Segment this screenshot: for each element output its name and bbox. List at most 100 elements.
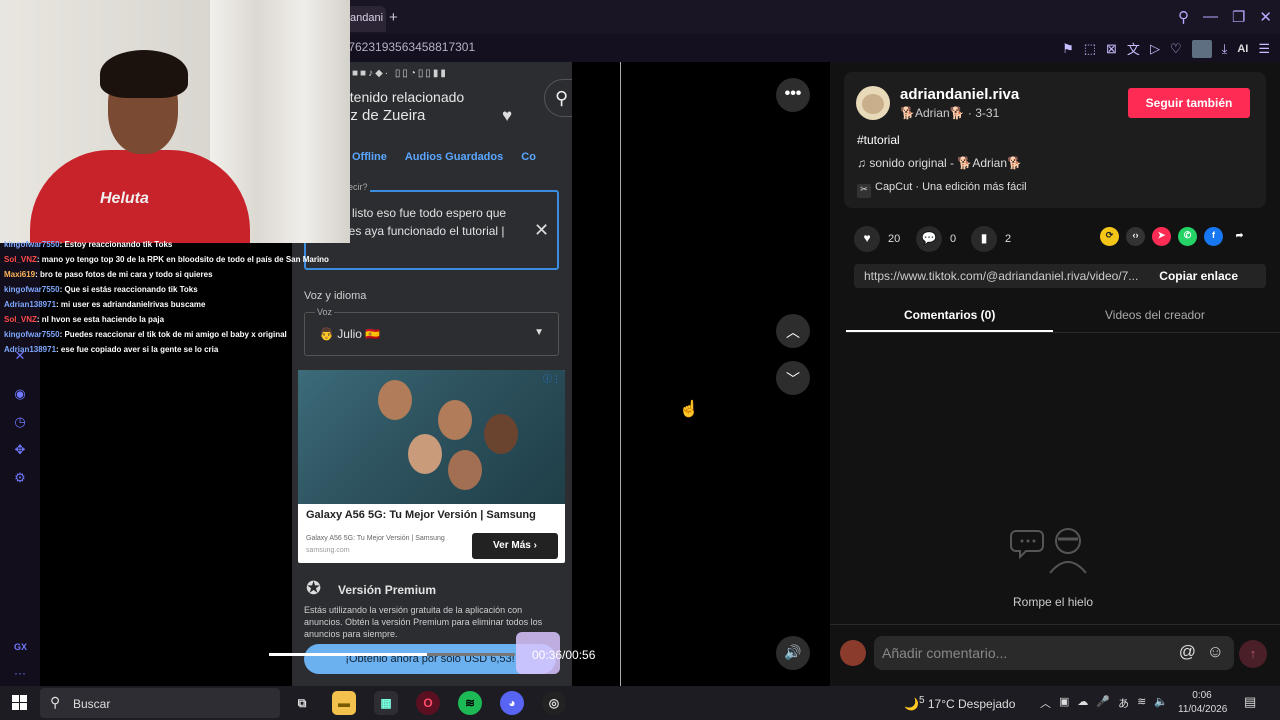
next-video-button[interactable]: ﹀ — [776, 361, 810, 395]
ad-button: Ver Más › — [472, 533, 558, 559]
follow-button[interactable]: Seguir también — [1128, 88, 1250, 118]
textbox-text: l listo eso fue todo espero que les aya … — [346, 206, 507, 238]
chat-text: : bro te paso fotos de mi cara y todo si… — [35, 270, 213, 279]
facebook-icon[interactable]: f — [1204, 227, 1223, 246]
chat-text: : Puedes reaccionar el tik tok de mi ami… — [59, 330, 287, 339]
chat-text: : ese fue copiado aver si la gente se lo… — [56, 345, 219, 354]
weather-widget[interactable]: 🌙5 17°C Despejado — [904, 695, 1015, 711]
chat-text: : mi user es adriandanielrivas buscame — [56, 300, 206, 309]
obs-icon[interactable]: ◎ — [542, 691, 566, 715]
repost-icon[interactable]: ⟳ — [1100, 227, 1119, 246]
video-link[interactable]: https://www.tiktok.com/@adriandaniel.riv… — [864, 269, 1154, 283]
capcut-link[interactable]: ✂ CapCut · Una edición más fácil — [857, 181, 1027, 198]
profile-avatar[interactable] — [1191, 39, 1212, 58]
emoji-icon[interactable]: ☺ — [1207, 642, 1224, 662]
window-controls: ⚲ — ❐ ✕ — [1178, 8, 1272, 26]
extensions-icon[interactable]: ✥ — [12, 442, 28, 458]
share-icon[interactable]: ➦ — [1230, 227, 1249, 246]
heart-icon[interactable]: ♥ — [854, 226, 880, 252]
more-options-button[interactable]: ••• — [776, 78, 810, 112]
sound-link[interactable]: ♫ sonido original - 🐕Adrian🐕 — [857, 156, 1022, 170]
search-icon: ⚲ — [50, 694, 61, 710]
history-icon[interactable]: ◷ — [12, 414, 28, 430]
person-hair — [100, 50, 188, 98]
opera-gx-icon[interactable]: O — [416, 691, 440, 715]
send-comment-button[interactable]: ↑ — [1239, 640, 1267, 668]
snapshot-icon[interactable]: ⬚ — [1084, 41, 1096, 57]
player-icon[interactable]: ◉ — [12, 386, 28, 402]
chat-text: : nl hvon se esta haciendo la paja — [36, 315, 165, 324]
chat-username: kingofwar7550 — [4, 330, 60, 339]
comment-stat[interactable]: 💬 0 — [916, 226, 956, 252]
tab-creator-videos[interactable]: Videos del creador — [1105, 308, 1205, 322]
gx-label[interactable]: GX — [14, 642, 27, 652]
windows-start-icon[interactable] — [12, 695, 28, 711]
file-explorer-icon[interactable]: ▬ — [332, 691, 356, 715]
save-stat[interactable]: ▮ 2 — [971, 226, 1011, 252]
heart-icon[interactable]: ♡ — [1170, 41, 1182, 57]
language-icon[interactable]: あ — [1118, 695, 1129, 711]
store-icon[interactable]: ▦ — [374, 691, 398, 715]
heart-icon: ♥ — [502, 106, 513, 125]
comment-icon[interactable]: 💬 — [916, 226, 942, 252]
embed-icon[interactable]: ‹› — [1126, 227, 1145, 246]
comment-input[interactable]: Añadir comentario... @ ☺ — [874, 636, 1234, 670]
whatsapp-icon[interactable]: ✆ — [1178, 227, 1197, 246]
adblock-icon[interactable]: ⊠ — [1106, 41, 1117, 57]
clear-icon: ✕ — [534, 220, 550, 240]
minimize-icon[interactable]: — — [1203, 8, 1218, 26]
download-icon[interactable]: ⤓ — [1222, 41, 1228, 57]
more-icon[interactable]: ··· — [14, 666, 26, 680]
bookmark-icon[interactable]: ▮ — [971, 226, 997, 252]
chat-username: Sol_VNZ — [4, 255, 37, 264]
tray-chevron-icon[interactable]: ︿ — [1040, 695, 1051, 711]
taskbar-clock[interactable]: 0:06 11/04/2026 — [1178, 689, 1227, 717]
settings-icon[interactable]: ⚙ — [12, 470, 28, 486]
menu-icon[interactable]: ☰ — [1258, 41, 1270, 57]
taskbar-search[interactable]: ⚲ Buscar — [40, 688, 280, 718]
search-icon[interactable]: ⚲ — [1178, 8, 1189, 26]
previous-video-button[interactable]: ︿ — [776, 314, 810, 348]
tab-comments[interactable]: Comentarios (0) — [904, 308, 995, 322]
phone-tab: Audios Guardados — [404, 151, 504, 163]
copy-link-button[interactable]: Copiar enlace — [1159, 269, 1238, 283]
progress-fill — [269, 653, 428, 656]
search-icon: ⚲ — [544, 79, 572, 117]
author-avatar[interactable] — [856, 86, 890, 120]
ad-face — [438, 400, 472, 440]
comment-placeholder: Añadir comentario... — [882, 645, 1008, 661]
task-view-icon[interactable]: ⧉ — [290, 691, 314, 715]
user-avatar[interactable] — [840, 640, 866, 666]
phone-tab: Co — [521, 151, 536, 163]
mention-icon[interactable]: @ — [1179, 642, 1196, 662]
browser-tab-active[interactable]: andani — [346, 6, 386, 32]
chat-message: Sol_VNZ: mano yo tengo top 30 de la RPK … — [4, 255, 329, 264]
volume-button[interactable]: 🔊 — [776, 636, 810, 670]
wifi-icon[interactable]: ≋ — [1137, 695, 1146, 711]
save-count: 2 — [1005, 233, 1012, 245]
like-stat[interactable]: ♥ 20 — [854, 226, 900, 252]
phone-tabs: Offline Audios Guardados Co — [352, 151, 536, 163]
hashtag-link[interactable]: #tutorial — [857, 133, 900, 147]
progress-bar[interactable] — [269, 653, 515, 656]
translate-icon[interactable]: 文 — [1127, 39, 1140, 58]
taskbar: ⚲ Buscar ⧉ ▬ ▦ O ≋ ◕ ◎ 🌙5 17°C Despejado… — [0, 686, 1280, 720]
tray-app-icon[interactable]: ▣ — [1059, 695, 1069, 711]
play-icon[interactable]: ▷ — [1150, 41, 1160, 57]
tray-cloud-icon[interactable]: ☁ — [1077, 695, 1088, 711]
new-tab-icon[interactable]: + — [389, 9, 398, 26]
phone-subtitle: oz de Zueira — [342, 107, 426, 124]
url-text[interactable]: /7623193563458817301 — [345, 40, 475, 54]
ai-button[interactable]: AI — [1237, 43, 1248, 55]
speaker-icon[interactable]: 🔈 — [1154, 695, 1168, 711]
microphone-icon[interactable]: 🎤 — [1096, 695, 1110, 711]
pin-icon[interactable]: ⚑ — [1062, 41, 1074, 57]
send-icon[interactable]: ➤ — [1152, 227, 1171, 246]
spotify-icon[interactable]: ≋ — [458, 691, 482, 715]
discord-icon[interactable]: ◕ — [500, 691, 524, 715]
tab-divider — [846, 332, 1280, 333]
maximize-icon[interactable]: ❐ — [1232, 8, 1245, 26]
author-name[interactable]: adriandaniel.riva — [900, 86, 1019, 103]
notifications-icon[interactable]: ▤ — [1244, 694, 1256, 710]
close-icon[interactable]: ✕ — [1259, 8, 1272, 26]
